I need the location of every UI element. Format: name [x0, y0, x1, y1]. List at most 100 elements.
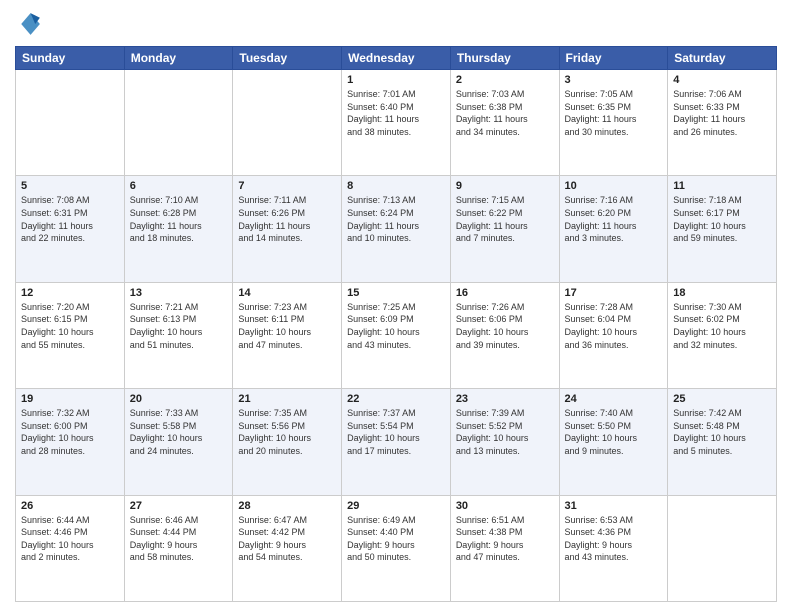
- day-header-monday: Monday: [124, 47, 233, 70]
- day-number: 16: [456, 287, 554, 299]
- day-info: Sunrise: 7:32 AM Sunset: 6:00 PM Dayligh…: [21, 407, 119, 457]
- calendar-cell: 24 Sunrise: 7:40 AM Sunset: 5:50 PM Dayli…: [559, 389, 668, 495]
- calendar-cell: 6Sunrise: 7:10 AM Sunset: 6:28 PM Daylig…: [124, 176, 233, 282]
- calendar-cell: 2 Sunrise: 7:03 AM Sunset: 6:38 PM Daylig…: [450, 70, 559, 176]
- calendar-cell: 1 Sunrise: 7:01 AM Sunset: 6:40 PM Daylig…: [342, 70, 451, 176]
- calendar-cell: 28Sunrise: 6:47 AM Sunset: 4:42 PM Dayli…: [233, 495, 342, 601]
- calendar-cell: 21 Sunrise: 7:35 AM Sunset: 5:56 PM Dayli…: [233, 389, 342, 495]
- day-number: 15: [347, 287, 445, 299]
- calendar-cell: 26 Sunrise: 6:44 AM Sunset: 4:46 PM Dayli…: [16, 495, 125, 601]
- calendar-cell: 4 Sunrise: 7:06 AM Sunset: 6:33 PM Daylig…: [668, 70, 777, 176]
- day-header-saturday: Saturday: [668, 47, 777, 70]
- day-number: 31: [565, 500, 663, 512]
- day-info: Sunrise: 7:35 AM Sunset: 5:56 PM Dayligh…: [238, 407, 336, 457]
- calendar-cell: [668, 495, 777, 601]
- header: [15, 10, 777, 38]
- day-number: 2: [456, 74, 554, 86]
- calendar-cell: 31 Sunrise: 6:53 AM Sunset: 4:36 PM Dayli…: [559, 495, 668, 601]
- week-row-4: 26 Sunrise: 6:44 AM Sunset: 4:46 PM Dayli…: [16, 495, 777, 601]
- day-number: 4: [673, 74, 771, 86]
- day-number: 12: [21, 287, 119, 299]
- day-info: Sunrise: 6:46 AM Sunset: 4:44 PM Dayligh…: [130, 514, 228, 564]
- calendar-cell: 10 Sunrise: 7:16 AM Sunset: 6:20 PM Dayli…: [559, 176, 668, 282]
- day-number: 1: [347, 74, 445, 86]
- day-number: 14: [238, 287, 336, 299]
- day-info: Sunrise: 7:37 AM Sunset: 5:54 PM Dayligh…: [347, 407, 445, 457]
- calendar-cell: 17 Sunrise: 7:28 AM Sunset: 6:04 PM Dayli…: [559, 282, 668, 388]
- day-number: 6: [130, 180, 228, 192]
- day-number: 9: [456, 180, 554, 192]
- header-row: SundayMondayTuesdayWednesdayThursdayFrid…: [16, 47, 777, 70]
- day-info: Sunrise: 7:42 AM Sunset: 5:48 PM Dayligh…: [673, 407, 771, 457]
- calendar-cell: 5 Sunrise: 7:08 AM Sunset: 6:31 PM Daylig…: [16, 176, 125, 282]
- day-info: Sunrise: 7:25 AM Sunset: 6:09 PM Dayligh…: [347, 301, 445, 351]
- day-number: 23: [456, 393, 554, 405]
- day-number: 10: [565, 180, 663, 192]
- day-info: Sunrise: 6:44 AM Sunset: 4:46 PM Dayligh…: [21, 514, 119, 564]
- day-number: 17: [565, 287, 663, 299]
- day-number: 27: [130, 500, 228, 512]
- logo: [15, 10, 47, 38]
- day-info: Sunrise: 7:13 AM Sunset: 6:24 PM Dayligh…: [347, 194, 445, 244]
- calendar-cell: 7 Sunrise: 7:11 AM Sunset: 6:26 PM Daylig…: [233, 176, 342, 282]
- day-info: Sunrise: 7:18 AM Sunset: 6:17 PM Dayligh…: [673, 194, 771, 244]
- day-number: 29: [347, 500, 445, 512]
- calendar-cell: [124, 70, 233, 176]
- day-info: Sunrise: 7:11 AM Sunset: 6:26 PM Dayligh…: [238, 194, 336, 244]
- day-info: Sunrise: 7:15 AM Sunset: 6:22 PM Dayligh…: [456, 194, 554, 244]
- calendar-cell: 27 Sunrise: 6:46 AM Sunset: 4:44 PM Dayli…: [124, 495, 233, 601]
- calendar-table: SundayMondayTuesdayWednesdayThursdayFrid…: [15, 46, 777, 602]
- day-header-friday: Friday: [559, 47, 668, 70]
- day-info: Sunrise: 7:30 AM Sunset: 6:02 PM Dayligh…: [673, 301, 771, 351]
- day-info: Sunrise: 7:08 AM Sunset: 6:31 PM Dayligh…: [21, 194, 119, 244]
- day-number: 22: [347, 393, 445, 405]
- calendar-cell: 23Sunrise: 7:39 AM Sunset: 5:52 PM Dayli…: [450, 389, 559, 495]
- day-info: Sunrise: 7:06 AM Sunset: 6:33 PM Dayligh…: [673, 88, 771, 138]
- day-number: 13: [130, 287, 228, 299]
- day-number: 25: [673, 393, 771, 405]
- week-row-0: 1 Sunrise: 7:01 AM Sunset: 6:40 PM Daylig…: [16, 70, 777, 176]
- day-number: 7: [238, 180, 336, 192]
- calendar-cell: 3Sunrise: 7:05 AM Sunset: 6:35 PM Daylig…: [559, 70, 668, 176]
- day-number: 5: [21, 180, 119, 192]
- day-number: 24: [565, 393, 663, 405]
- day-info: Sunrise: 7:16 AM Sunset: 6:20 PM Dayligh…: [565, 194, 663, 244]
- day-info: Sunrise: 7:21 AM Sunset: 6:13 PM Dayligh…: [130, 301, 228, 351]
- day-number: 19: [21, 393, 119, 405]
- day-info: Sunrise: 6:51 AM Sunset: 4:38 PM Dayligh…: [456, 514, 554, 564]
- day-info: Sunrise: 7:05 AM Sunset: 6:35 PM Dayligh…: [565, 88, 663, 138]
- calendar-cell: 19 Sunrise: 7:32 AM Sunset: 6:00 PM Dayli…: [16, 389, 125, 495]
- calendar-cell: 8Sunrise: 7:13 AM Sunset: 6:24 PM Daylig…: [342, 176, 451, 282]
- day-number: 18: [673, 287, 771, 299]
- week-row-2: 12Sunrise: 7:20 AM Sunset: 6:15 PM Dayli…: [16, 282, 777, 388]
- day-info: Sunrise: 7:40 AM Sunset: 5:50 PM Dayligh…: [565, 407, 663, 457]
- day-info: Sunrise: 7:23 AM Sunset: 6:11 PM Dayligh…: [238, 301, 336, 351]
- calendar-cell: [16, 70, 125, 176]
- day-info: Sunrise: 6:49 AM Sunset: 4:40 PM Dayligh…: [347, 514, 445, 564]
- calendar-cell: 9 Sunrise: 7:15 AM Sunset: 6:22 PM Daylig…: [450, 176, 559, 282]
- day-info: Sunrise: 7:01 AM Sunset: 6:40 PM Dayligh…: [347, 88, 445, 138]
- day-header-tuesday: Tuesday: [233, 47, 342, 70]
- day-info: Sunrise: 6:53 AM Sunset: 4:36 PM Dayligh…: [565, 514, 663, 564]
- calendar-cell: 13 Sunrise: 7:21 AM Sunset: 6:13 PM Dayli…: [124, 282, 233, 388]
- calendar-cell: 11Sunrise: 7:18 AM Sunset: 6:17 PM Dayli…: [668, 176, 777, 282]
- calendar-cell: 22 Sunrise: 7:37 AM Sunset: 5:54 PM Dayli…: [342, 389, 451, 495]
- day-header-sunday: Sunday: [16, 47, 125, 70]
- calendar-cell: 16Sunrise: 7:26 AM Sunset: 6:06 PM Dayli…: [450, 282, 559, 388]
- calendar-cell: 14 Sunrise: 7:23 AM Sunset: 6:11 PM Dayli…: [233, 282, 342, 388]
- day-number: 21: [238, 393, 336, 405]
- calendar-cell: 20Sunrise: 7:33 AM Sunset: 5:58 PM Dayli…: [124, 389, 233, 495]
- calendar-cell: 25 Sunrise: 7:42 AM Sunset: 5:48 PM Dayli…: [668, 389, 777, 495]
- day-info: Sunrise: 7:28 AM Sunset: 6:04 PM Dayligh…: [565, 301, 663, 351]
- calendar-cell: 18 Sunrise: 7:30 AM Sunset: 6:02 PM Dayli…: [668, 282, 777, 388]
- day-number: 26: [21, 500, 119, 512]
- page: SundayMondayTuesdayWednesdayThursdayFrid…: [0, 0, 792, 612]
- day-info: Sunrise: 7:03 AM Sunset: 6:38 PM Dayligh…: [456, 88, 554, 138]
- calendar-cell: 30Sunrise: 6:51 AM Sunset: 4:38 PM Dayli…: [450, 495, 559, 601]
- logo-icon: [15, 10, 43, 38]
- day-info: Sunrise: 7:33 AM Sunset: 5:58 PM Dayligh…: [130, 407, 228, 457]
- week-row-3: 19 Sunrise: 7:32 AM Sunset: 6:00 PM Dayli…: [16, 389, 777, 495]
- day-number: 28: [238, 500, 336, 512]
- week-row-1: 5 Sunrise: 7:08 AM Sunset: 6:31 PM Daylig…: [16, 176, 777, 282]
- calendar-cell: 12Sunrise: 7:20 AM Sunset: 6:15 PM Dayli…: [16, 282, 125, 388]
